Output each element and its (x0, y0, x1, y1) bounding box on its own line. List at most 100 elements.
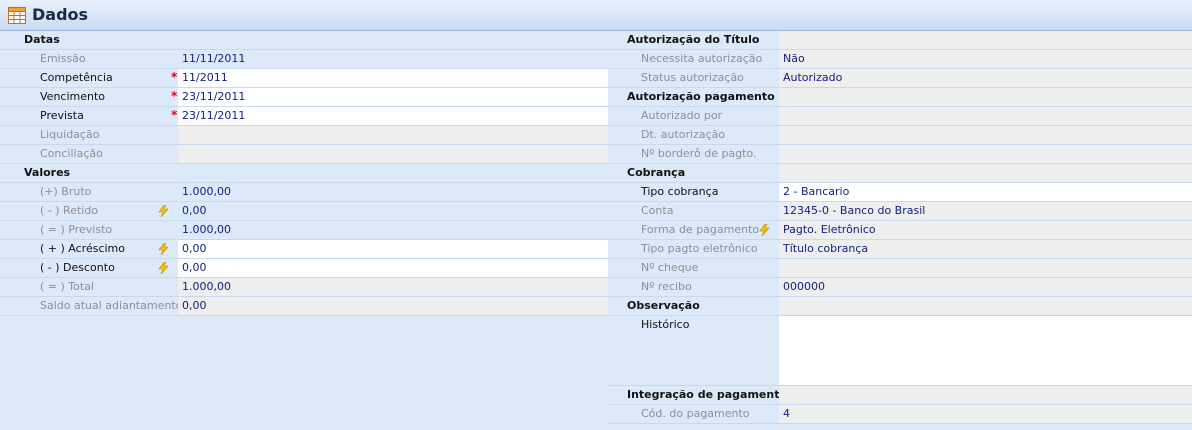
field-forma-pagamento: Forma de pagamento Pagto. Eletrônico (608, 221, 1192, 240)
acrescimo-input[interactable]: 0,00 (178, 240, 608, 258)
cheque-value (779, 259, 1192, 277)
previsto-value: 1.000,00 (178, 221, 608, 239)
vencimento-label: Vencimento (40, 90, 106, 103)
necessita-label: Necessita autorização (641, 52, 763, 65)
saldo-value: 0,00 (178, 297, 608, 315)
recibo-label: Nº recibo (641, 280, 692, 293)
cod-label: Cód. do pagamento (641, 407, 750, 420)
field-autorizado-por: Autorizado por (608, 107, 1192, 126)
competencia-label: Competência (40, 71, 113, 84)
field-cod-pagamento: Cód. do pagamento 4 (608, 405, 1192, 424)
tipo-cobranca-input[interactable]: 2 - Bancario (779, 183, 1192, 201)
dt-autorizacao-value (779, 126, 1192, 144)
necessita-value: Não (779, 50, 1192, 68)
status-value: Autorizado (779, 69, 1192, 87)
forma-value: Pagto. Eletrônico (779, 221, 1192, 239)
desconto-input[interactable]: 0,00 (178, 259, 608, 277)
dt-autorizacao-label: Dt. autorização (641, 128, 726, 141)
bruto-value: 1.000,00 (178, 183, 608, 201)
total-value: 1.000,00 (178, 278, 608, 296)
historico-textarea[interactable] (779, 316, 1192, 386)
emissao-value: 11/11/2011 (178, 50, 608, 68)
field-previsto: ( = ) Previsto 1.000,00 (0, 221, 608, 240)
recibo-value: 000000 (779, 278, 1192, 296)
retido-value: 0,00 (178, 202, 608, 220)
retido-label: ( - ) Retido (40, 204, 99, 217)
field-conta: Conta 12345-0 - Banco do Brasil (608, 202, 1192, 221)
tipo-eletronico-label: Tipo pagto eletrônico (641, 242, 758, 255)
conta-value: 12345-0 - Banco do Brasil (779, 202, 1192, 220)
lightning-bolt-icon[interactable] (759, 224, 770, 236)
section-label: Valores (24, 166, 71, 179)
liquidacao-label: Liquidação (40, 128, 100, 141)
field-bordero: Nº borderô de pagto. (608, 145, 1192, 164)
bruto-label: (+) Bruto (40, 185, 92, 198)
saldo-label: Saldo atual adiantamento (40, 299, 183, 312)
cheque-label: Nº cheque (641, 261, 699, 274)
field-bruto: (+) Bruto 1.000,00 (0, 183, 608, 202)
status-label: Status autorização (641, 71, 744, 84)
section-label: Observação (627, 299, 700, 312)
field-competencia[interactable]: Competência * 11/2011 (0, 69, 608, 88)
liquidacao-value (178, 126, 608, 144)
field-tipo-cobranca[interactable]: Tipo cobrança 2 - Bancario (608, 183, 1192, 202)
section-label: Autorização pagamento (627, 90, 775, 103)
field-vencimento[interactable]: Vencimento * 23/11/2011 (0, 88, 608, 107)
field-acrescimo[interactable]: ( + ) Acréscimo 0,00 (0, 240, 608, 259)
section-label: Autorização do Título (627, 33, 760, 46)
conciliacao-value (178, 145, 608, 163)
historico-label: Histórico (641, 318, 690, 331)
field-prevista[interactable]: Prevista * 23/11/2011 (0, 107, 608, 126)
field-desconto[interactable]: ( - ) Desconto 0,00 (0, 259, 608, 278)
field-saldo: Saldo atual adiantamento 0,00 (0, 297, 608, 316)
field-necessita-autorizacao: Necessita autorização Não (608, 50, 1192, 69)
field-emissao: Emissão 11/11/2011 (0, 50, 608, 69)
cod-value: 4 (779, 405, 1192, 423)
field-historico[interactable]: Histórico (608, 316, 1192, 386)
field-tipo-pagto-eletronico: Tipo pagto eletrônico Título cobrança (608, 240, 1192, 259)
lightning-bolt-icon[interactable] (158, 262, 169, 274)
lightning-bolt-icon[interactable] (158, 243, 169, 255)
prevista-label: Prevista (40, 109, 84, 122)
autorizado-por-label: Autorizado por (641, 109, 723, 122)
autorizado-por-value (779, 107, 1192, 125)
field-cheque: Nº cheque (608, 259, 1192, 278)
acrescimo-label: ( + ) Acréscimo (40, 242, 125, 255)
section-observacao: Observação (608, 297, 1192, 316)
tipo-eletronico-value: Título cobrança (779, 240, 1192, 258)
section-valores: Valores (0, 164, 608, 183)
section-label: Datas (24, 33, 60, 46)
forma-label: Forma de pagamento (641, 223, 760, 236)
page-title: Dados (32, 5, 89, 24)
left-panel: Datas Emissão 11/11/2011 Competência * 1… (0, 31, 608, 430)
field-dt-autorizacao: Dt. autorização (608, 126, 1192, 145)
bordero-label: Nº borderô de pagto. (641, 147, 757, 160)
title-bar: Dados (0, 0, 1192, 31)
field-liquidacao: Liquidação (0, 126, 608, 145)
section-integracao: Integração de pagamento (608, 386, 1192, 405)
competencia-input[interactable]: 11/2011 (178, 69, 608, 87)
required-marker: * (171, 108, 178, 122)
vencimento-input[interactable]: 23/11/2011 (178, 88, 608, 106)
section-cobranca: Cobrança (608, 164, 1192, 183)
section-label: Integração de pagamento (627, 388, 788, 401)
section-autorizacao-pagamento: Autorização pagamento (608, 88, 1192, 107)
required-marker: * (171, 70, 178, 84)
conta-label: Conta (641, 204, 674, 217)
right-panel: Autorização do Título Necessita autoriza… (608, 31, 1192, 430)
field-status-autorizacao: Status autorização Autorizado (608, 69, 1192, 88)
section-autorizacao-titulo: Autorização do Título (608, 31, 1192, 50)
field-retido: ( - ) Retido 0,00 (0, 202, 608, 221)
prevista-input[interactable]: 23/11/2011 (178, 107, 608, 125)
lightning-bolt-icon[interactable] (158, 205, 169, 217)
emissao-label: Emissão (40, 52, 86, 65)
field-conciliacao: Conciliação (0, 145, 608, 164)
bordero-value (779, 145, 1192, 163)
field-recibo: Nº recibo 000000 (608, 278, 1192, 297)
field-total: ( = ) Total 1.000,00 (0, 278, 608, 297)
table-grid-icon (8, 7, 26, 24)
tipo-cobranca-label: Tipo cobrança (641, 185, 719, 198)
previsto-label: ( = ) Previsto (40, 223, 113, 236)
conciliacao-label: Conciliação (40, 147, 103, 160)
section-datas: Datas (0, 31, 608, 50)
